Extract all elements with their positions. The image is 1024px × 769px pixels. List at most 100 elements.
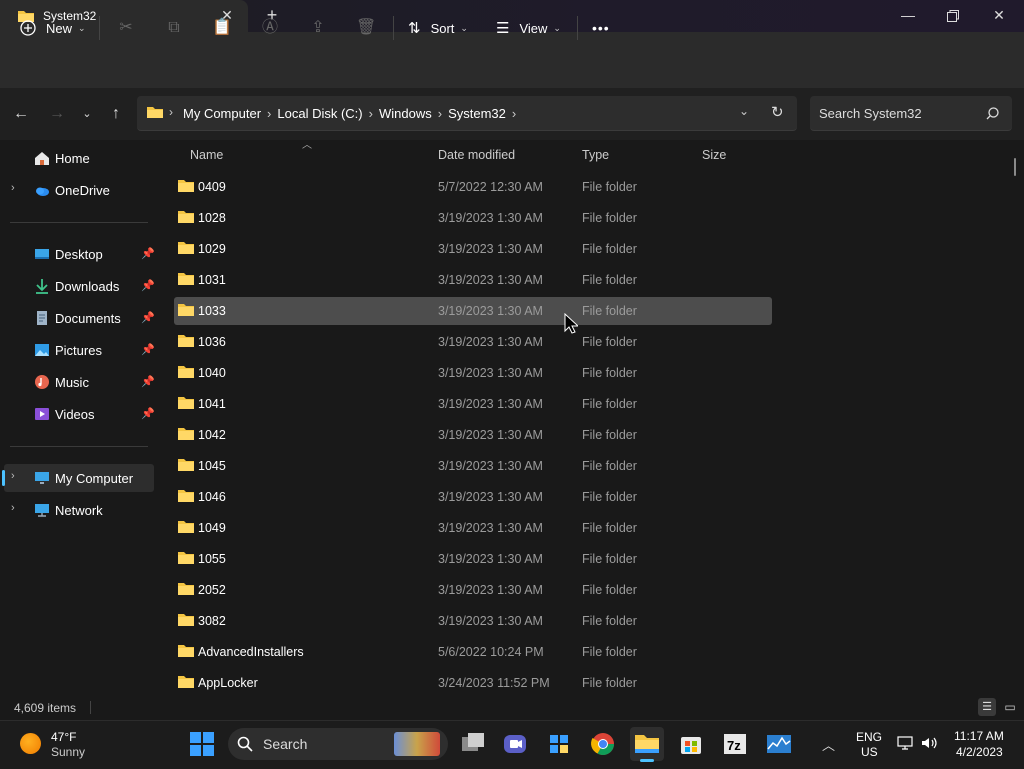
mouse-cursor-icon [564, 313, 578, 334]
clock-time[interactable]: 11:17 AM [954, 729, 1004, 743]
recent-locations-icon[interactable]: ⌄ [75, 102, 99, 126]
volume-icon[interactable] [921, 736, 939, 750]
up-icon[interactable]: ↑ [104, 102, 128, 126]
meet-icon[interactable] [498, 727, 532, 761]
file-row[interactable]: 1031 3/19/2023 1:30 AM File folder [174, 266, 772, 294]
network-status-icon[interactable] [897, 736, 913, 750]
column-header-size[interactable]: Size [702, 148, 726, 162]
file-row[interactable]: 1045 3/19/2023 1:30 AM File folder [174, 452, 772, 480]
chevron-right-icon[interactable]: › [11, 502, 15, 514]
column-header-type[interactable]: Type [582, 148, 609, 162]
file-row[interactable]: 1041 3/19/2023 1:30 AM File folder [174, 390, 772, 418]
sidebar-item-documents[interactable]: Documents 📌 [0, 304, 158, 332]
file-row[interactable]: 3082 3/19/2023 1:30 AM File folder [174, 607, 772, 635]
file-type: File folder [582, 273, 637, 287]
file-row[interactable]: 1046 3/19/2023 1:30 AM File folder [174, 483, 772, 511]
forward-icon[interactable]: → [45, 102, 69, 126]
task-view-icon[interactable] [456, 727, 490, 761]
column-header-date[interactable]: Date modified [438, 148, 515, 162]
view-button[interactable]: ☰ View ⌄ [496, 14, 561, 42]
copy-icon[interactable]: ⧉ [164, 18, 184, 38]
more-options-button[interactable]: ••• [592, 14, 610, 42]
taskbar-search-box[interactable]: Search [228, 728, 448, 760]
pin-icon[interactable]: 📌 [141, 343, 155, 356]
file-row[interactable]: 1040 3/19/2023 1:30 AM File folder [174, 359, 772, 387]
file-type: File folder [582, 397, 637, 411]
scrollbar-thumb[interactable] [1014, 158, 1016, 176]
pin-icon[interactable]: 📌 [141, 279, 155, 292]
widgets-icon[interactable] [542, 727, 576, 761]
file-row[interactable]: 1042 3/19/2023 1:30 AM File folder [174, 421, 772, 449]
start-icon[interactable] [190, 732, 214, 756]
language-primary[interactable]: ENG [856, 730, 882, 744]
refresh-icon[interactable]: ↻ [771, 103, 784, 121]
file-row[interactable]: 0409 5/7/2022 12:30 AM File folder [174, 173, 772, 201]
weather-temp[interactable]: 47°F [51, 730, 76, 744]
sidebar-item-label: Network [55, 503, 103, 518]
sidebar-item-network[interactable]: › Network [0, 496, 158, 524]
breadcrumb-item[interactable]: Local Disk (C:) [277, 106, 362, 121]
sun-icon[interactable] [20, 733, 41, 754]
store-icon[interactable] [674, 727, 708, 761]
chevron-up-icon[interactable]: ︿ [822, 735, 835, 754]
file-row[interactable]: 1029 3/19/2023 1:30 AM File folder [174, 235, 772, 263]
paste-icon[interactable]: 📋 [212, 18, 232, 38]
breadcrumb-item[interactable]: System32 [448, 106, 506, 121]
new-button[interactable]: New ⌄ [20, 14, 86, 42]
home-icon [35, 152, 49, 165]
file-explorer-icon[interactable] [630, 727, 664, 762]
sidebar-item-my-computer[interactable]: › My Computer [2, 464, 154, 492]
picture-icon [35, 344, 49, 356]
file-row[interactable]: 1049 3/19/2023 1:30 AM File folder [174, 514, 772, 542]
file-row[interactable]: 1033 3/19/2023 1:30 AM File folder [174, 297, 772, 325]
clock-date[interactable]: 4/2/2023 [956, 745, 1003, 759]
file-row[interactable]: AppLocker 3/24/2023 11:52 PM File folder [174, 669, 772, 697]
file-row[interactable]: 1028 3/19/2023 1:30 AM File folder [174, 204, 772, 232]
file-row[interactable]: 1055 3/19/2023 1:30 AM File folder [174, 545, 772, 573]
column-header-name[interactable]: Name [190, 148, 223, 162]
language-secondary[interactable]: US [861, 745, 878, 759]
restore-button[interactable] [930, 0, 976, 32]
file-row[interactable]: 1036 3/19/2023 1:30 AM File folder [174, 328, 772, 356]
chevron-right-icon[interactable]: › [11, 182, 15, 194]
details-view-icon[interactable]: ☰ [978, 698, 996, 716]
breadcrumb-item[interactable]: Windows [379, 106, 432, 121]
back-icon[interactable]: ← [9, 102, 33, 126]
delete-icon[interactable]: 🗑 [356, 18, 376, 38]
address-bar[interactable]: › My Computer › Local Disk (C:) › Windows ›… [137, 96, 797, 131]
chevron-right-icon[interactable]: › [11, 470, 15, 482]
file-row[interactable]: 2052 3/19/2023 1:30 AM File folder [174, 576, 772, 604]
pin-icon[interactable]: 📌 [141, 311, 155, 324]
sidebar-item-desktop[interactable]: Desktop 📌 [0, 240, 158, 268]
pin-icon[interactable]: 📌 [141, 247, 155, 260]
minimize-button[interactable]: — [885, 0, 931, 32]
tiles-view-icon[interactable]: ▭ [1002, 698, 1018, 716]
cut-icon[interactable]: ✂ [116, 18, 136, 38]
music-icon [35, 375, 49, 389]
sidebar-item-pictures[interactable]: Pictures 📌 [0, 336, 158, 364]
sidebar-item-videos[interactable]: Videos 📌 [0, 400, 158, 428]
close-window-button[interactable]: ✕ [976, 0, 1022, 32]
file-date: 5/7/2022 12:30 AM [438, 180, 543, 194]
weather-desc[interactable]: Sunny [51, 745, 85, 759]
performance-monitor-icon[interactable] [762, 727, 796, 761]
sidebar-item-downloads[interactable]: Downloads 📌 [0, 272, 158, 300]
rename-icon[interactable]: Ⓐ [260, 18, 280, 38]
file-row[interactable]: AdvancedInstallers 5/6/2022 10:24 PM File … [174, 638, 772, 666]
file-type: File folder [582, 428, 637, 442]
pin-icon[interactable]: 📌 [141, 375, 155, 388]
search-input[interactable]: Search System32 [810, 96, 1012, 131]
sidebar-item-music[interactable]: Music 📌 [0, 368, 158, 396]
sidebar-item-home[interactable]: Home [0, 144, 158, 172]
sidebar-item-onedrive[interactable]: › OneDrive [0, 176, 158, 204]
sort-label: Sort [430, 20, 455, 36]
chrome-icon[interactable] [586, 727, 620, 761]
breadcrumb-item[interactable]: My Computer [183, 106, 261, 121]
7zip-icon[interactable]: 7z [718, 727, 752, 761]
pin-icon[interactable]: 📌 [141, 407, 155, 420]
history-dropdown-icon[interactable]: ⌄ [739, 104, 749, 118]
sort-button[interactable]: ⇅ Sort ⌄ [408, 14, 468, 42]
share-icon[interactable]: ⇪ [308, 18, 328, 38]
folder-icon [178, 180, 194, 192]
new-label: New [46, 20, 73, 36]
